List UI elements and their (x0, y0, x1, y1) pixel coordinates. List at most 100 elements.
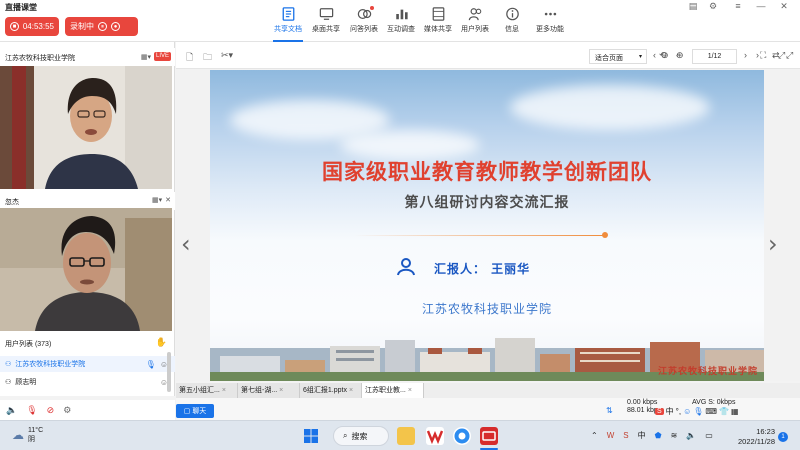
search-label: 搜索 (351, 431, 368, 441)
pause-icon[interactable]: ⏸ (98, 22, 107, 31)
notification-badge[interactable]: 1 (778, 432, 788, 442)
weather-desc: 阴 (28, 436, 35, 443)
recording-badge[interactable]: 录制中 ⏸ ● (65, 17, 138, 36)
teacher-icon: ⚇ (5, 361, 12, 368)
next-page-icon[interactable]: › (744, 50, 747, 60)
file-explorer-icon[interactable] (397, 427, 415, 445)
chat-button-label: 聊天 (192, 408, 207, 415)
speaker-icon[interactable]: 🔈 (6, 405, 17, 416)
page-number-input[interactable]: 1/12 (692, 49, 737, 64)
menu-icon[interactable]: ≡ (730, 0, 746, 12)
toolbar-label: 信息 (505, 26, 519, 33)
cloud-icon: ☁ (12, 428, 24, 442)
toolbar-label: 问答列表 (350, 26, 378, 33)
app-tray-icon[interactable]: ⬟ (655, 431, 662, 440)
fullscreen-icon[interactable]: ⤢ (778, 50, 785, 61)
clock-date: 2022/11/28 (738, 437, 775, 446)
system-tray: ⌃ W S 中 ⬟ ≋ 🔈 ▭ (591, 430, 713, 441)
layout-icon[interactable]: ▦▾ (152, 196, 162, 204)
emoji-icon[interactable]: ☺ (683, 407, 691, 416)
prev-page-icon[interactable]: ‹ (676, 50, 679, 60)
record-stop-icon[interactable]: ● (111, 22, 120, 31)
prev-slide-arrow[interactable]: ‹ (181, 230, 191, 258)
settings-icon[interactable]: ⚙ (63, 405, 71, 416)
wps-tray-icon[interactable]: W (607, 431, 615, 440)
list-item[interactable]: ⚇ 江苏农牧科技职业学院 🎙 ☺ (0, 356, 175, 372)
taskbar-search[interactable]: ⌕ 搜索 (333, 426, 389, 446)
slide-subtitle: 第八组研讨内容交流汇报 (404, 195, 570, 211)
app-title: 直播课堂 (5, 3, 37, 12)
cut-tool-icon[interactable]: ✂▾ (221, 50, 233, 61)
next-slide-arrow[interactable]: › (768, 230, 778, 258)
layout-icon[interactable]: ▦▾ (141, 53, 151, 61)
battery-icon[interactable]: ▭ (705, 431, 713, 440)
close-icon[interactable]: × (279, 387, 283, 394)
settings-icon[interactable]: ⚙ (705, 0, 721, 12)
user-list-header: 用户列表 (373) ✋ (0, 335, 175, 351)
minimize-icon[interactable]: — (753, 0, 769, 12)
doc-tab-label: 第七组-湖... (241, 387, 278, 394)
toolbar-label: 更多功能 (536, 26, 564, 33)
person-icon (397, 258, 415, 276)
raise-hand-icon[interactable]: ✋ (156, 337, 167, 348)
file-icon[interactable]: 🗋 (186, 50, 193, 66)
punctuation-icon[interactable]: °, (676, 407, 681, 416)
close-icon[interactable]: × (349, 387, 353, 394)
windows-start-icon[interactable] (302, 427, 320, 445)
sogou-icon[interactable]: S (655, 408, 664, 415)
wps-icon[interactable] (426, 427, 444, 445)
window-list-icon[interactable]: ▤ (685, 0, 701, 12)
chevron-up-icon[interactable]: ⌃ (591, 431, 598, 440)
rotate-left-icon[interactable]: ⟲ (659, 50, 667, 61)
weather-widget[interactable]: ☁ 11°C 阴 (12, 426, 43, 444)
ime-mode[interactable]: 中 (666, 406, 674, 417)
fit-page-icon[interactable]: ⛶ (760, 50, 766, 61)
live-app-icon[interactable] (480, 427, 498, 445)
doc-tab-active[interactable]: 江苏职业教... × (362, 383, 424, 398)
info-icon (505, 7, 519, 21)
user-name: 顾志明 (15, 379, 37, 386)
doc-tab-label: 江苏职业教... (365, 387, 406, 394)
doc-tab[interactable]: 第五小组汇... × (176, 383, 238, 398)
top-bar: 直播课堂 ■ 04:53:55 录制中 ⏸ ● 共享文档 桌面共享 问答列表 互… (0, 0, 800, 42)
camera-muted-icon[interactable]: ⊘ (47, 405, 55, 416)
prev-page-icon[interactable]: ‹ (653, 50, 656, 60)
fullscreen-icon[interactable]: ⤢ (786, 50, 793, 61)
volume-icon[interactable]: 🔈 (686, 431, 696, 440)
doc-tab[interactable]: 6组汇报1.pptx × (300, 383, 362, 398)
user-list-scrollbar[interactable] (167, 352, 171, 392)
system-clock[interactable]: 16:23 2022/11/28 (735, 427, 775, 447)
close-icon[interactable]: ✕ (165, 196, 171, 204)
share-doc-icon (282, 7, 294, 21)
camera-name: 江苏农牧科技职业学院 (5, 55, 75, 62)
zoom-select[interactable]: 适合页面 ▾ (589, 49, 647, 64)
mic-muted-icon[interactable]: 🎙 (26, 405, 37, 416)
toolbox-icon[interactable]: ▦ (731, 407, 739, 416)
keyboard-icon[interactable]: ⌨ (705, 407, 717, 416)
sogou-tray-icon[interactable]: S (623, 431, 628, 440)
close-icon[interactable]: × (408, 387, 412, 394)
ime-indicator[interactable]: 中 (638, 430, 646, 441)
cloud-decoration (510, 85, 710, 130)
chat-icon: ▢ (183, 408, 191, 415)
folder-icon[interactable]: 🗀 (203, 50, 212, 66)
left-bottom-bar: 🔈 🎙 ⊘ ⚙ (0, 400, 175, 420)
browser-icon[interactable] (453, 427, 471, 445)
ime-toolbar: S 中 °, ☺ 🎙 ⌨ 👕 ▦ (655, 406, 739, 417)
mic-icon[interactable]: 🎙 (146, 360, 156, 369)
voice-input-icon[interactable]: 🎙 (693, 407, 703, 416)
chat-button[interactable]: ▢ 聊天 (176, 404, 214, 418)
wifi-icon[interactable]: ≋ (671, 431, 678, 440)
chevron-down-icon: ▾ (638, 54, 642, 60)
desktop-share-icon (319, 8, 333, 20)
toolbar-more[interactable]: 更多功能 (528, 7, 572, 39)
slide-reporter: 汇报人： 王丽华 (434, 262, 531, 276)
skin-icon[interactable]: 👕 (719, 407, 729, 416)
close-icon[interactable]: × (222, 387, 226, 394)
next-page-icon[interactable]: › (756, 50, 759, 60)
document-tabs: 第五小组汇... × 第七组-湖... × 6组汇报1.pptx × 江苏职业教...… (176, 383, 800, 398)
close-icon[interactable]: ✕ (776, 0, 792, 12)
list-item[interactable]: ⚇ 顾志明 ☺ (0, 374, 175, 390)
user-list-title: 用户列表 (373) (5, 341, 52, 348)
doc-tab[interactable]: 第七组-湖... × (238, 383, 300, 398)
